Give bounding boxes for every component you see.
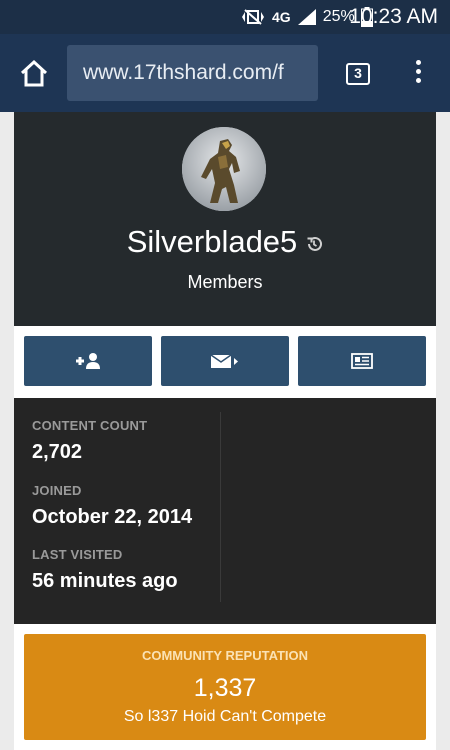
username: Silverblade5 xyxy=(126,224,298,259)
add-user-icon xyxy=(76,353,100,369)
joined-label: JOINED xyxy=(32,483,82,498)
reputation-value: 1,337 xyxy=(193,674,257,702)
signal-icon xyxy=(297,9,316,25)
reputation-description: So l337 Hoid Can't Compete xyxy=(123,708,327,725)
home-icon xyxy=(20,59,48,87)
profile-header: Silverblade5 Members xyxy=(14,112,436,326)
follow-button[interactable] xyxy=(24,336,152,386)
reputation-badge: COMMUNITY REPUTATION 1,337 So l337 Hoid … xyxy=(24,634,426,740)
stats-divider xyxy=(220,412,221,602)
home-button[interactable] xyxy=(18,58,50,88)
action-buttons xyxy=(14,326,436,398)
clock: 10:23 AM xyxy=(349,5,438,28)
profile-page: Silverblade5 Members CONTENT COUNT 2,702… xyxy=(0,112,450,750)
avatar[interactable] xyxy=(182,127,266,211)
newspaper-icon xyxy=(351,353,373,369)
username-row: Silverblade5 xyxy=(14,224,436,260)
network-type-label: 4G xyxy=(272,9,291,25)
member-group: Members xyxy=(187,272,263,292)
last-visited-value: 56 minutes ago xyxy=(32,570,178,592)
envelope-icon xyxy=(210,354,238,368)
avatar-image xyxy=(182,127,266,211)
content-count-value: 2,702 xyxy=(32,441,83,463)
reputation-section: COMMUNITY REPUTATION 1,337 So l337 Hoid … xyxy=(14,624,436,750)
last-visited-label: LAST VISITED xyxy=(32,547,123,562)
profile-stats: CONTENT COUNT 2,702 JOINED October 22, 2… xyxy=(14,398,436,624)
url-field[interactable]: www.17thshard.com/f xyxy=(67,45,318,101)
tab-switcher-button[interactable]: 3 xyxy=(346,63,370,85)
browser-toolbar: www.17thshard.com/f 3 xyxy=(0,34,450,112)
message-button[interactable] xyxy=(161,336,289,386)
status-bar: 4G 25% 10:23 AM xyxy=(0,0,450,34)
content-count-label: CONTENT COUNT xyxy=(32,418,148,433)
more-vert-icon[interactable] xyxy=(410,60,426,88)
reputation-title: COMMUNITY REPUTATION xyxy=(141,648,309,663)
history-icon[interactable] xyxy=(305,235,323,253)
mute-vibrate-icon xyxy=(242,9,264,25)
content-button[interactable] xyxy=(298,336,426,386)
joined-value: October 22, 2014 xyxy=(32,506,193,528)
